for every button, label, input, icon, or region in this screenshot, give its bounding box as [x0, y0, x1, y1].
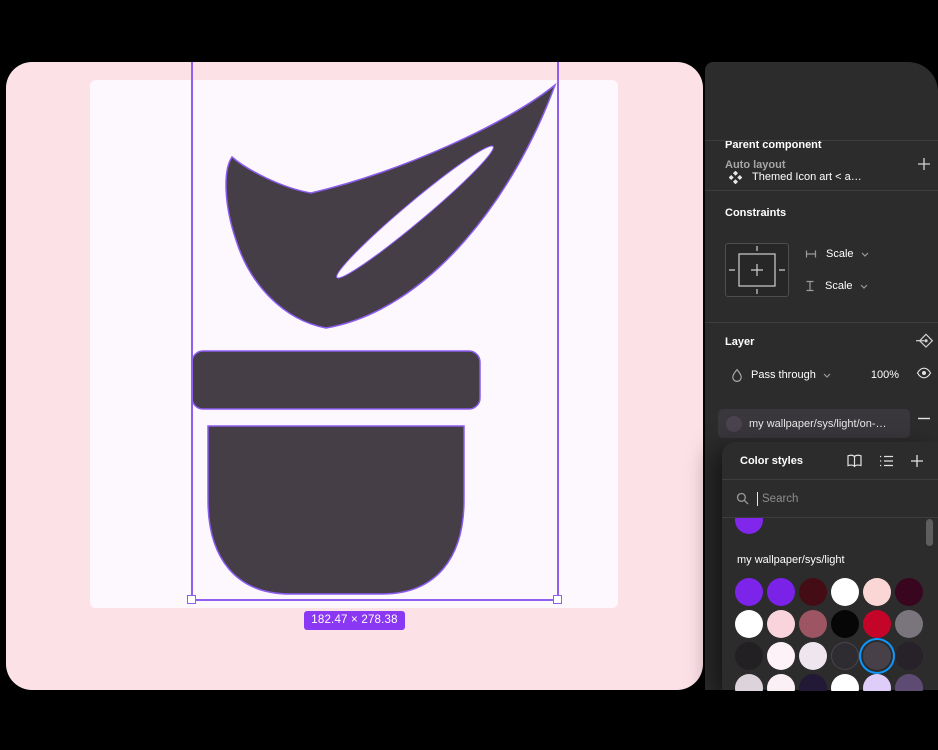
- add-style-plus-icon[interactable]: [910, 454, 924, 468]
- color-swatch-partial[interactable]: [735, 517, 763, 534]
- color-swatch[interactable]: [799, 610, 827, 638]
- search-row[interactable]: [722, 480, 938, 517]
- component-icon: [729, 171, 742, 184]
- constraints-header: Constraints: [725, 207, 786, 219]
- vertical-constraint-icon: [805, 280, 815, 292]
- color-swatch[interactable]: [831, 674, 859, 691]
- color-swatch[interactable]: [767, 674, 795, 691]
- divider: [705, 140, 938, 141]
- library-book-icon[interactable]: [846, 454, 863, 468]
- blend-row: Pass through 100%: [731, 365, 925, 385]
- color-swatch[interactable]: [863, 610, 891, 638]
- color-styles-title: Color styles: [740, 455, 803, 467]
- color-swatch[interactable]: [735, 642, 763, 670]
- list-view-icon[interactable]: [879, 455, 894, 467]
- fill-style-name: my wallpaper/sys/light/on-…: [749, 418, 887, 430]
- color-swatch[interactable]: [799, 642, 827, 670]
- color-styles-popup: Color styles: [722, 442, 938, 690]
- horizontal-constraint-icon: [805, 249, 817, 259]
- color-swatch[interactable]: [767, 610, 795, 638]
- selection-right-edge[interactable]: [557, 62, 559, 600]
- selection-handle-bottom-left[interactable]: [187, 595, 196, 604]
- color-swatch[interactable]: [831, 578, 859, 606]
- color-swatch[interactable]: [735, 610, 763, 638]
- color-swatch[interactable]: [767, 642, 795, 670]
- remove-fill-minus-icon[interactable]: [917, 417, 931, 420]
- color-swatch[interactable]: [895, 642, 923, 670]
- color-swatch[interactable]: [895, 578, 923, 606]
- search-icon: [736, 492, 749, 505]
- color-swatch[interactable]: [863, 578, 891, 606]
- add-auto-layout-button[interactable]: [917, 157, 931, 171]
- color-swatch[interactable]: [863, 642, 891, 670]
- vertical-constraint-value: Scale: [825, 280, 853, 292]
- layer-header: Layer: [725, 336, 754, 348]
- chevron-down-icon: [861, 252, 869, 257]
- selection-left-edge[interactable]: [191, 62, 193, 600]
- dimension-badge: 182.47 × 278.38: [6, 610, 703, 630]
- apply-styles-icon[interactable]: [915, 333, 933, 350]
- chevron-down-icon: [860, 284, 868, 289]
- styles-list[interactable]: my wallpaper/sys/light: [722, 517, 938, 691]
- horizontal-constraint-select[interactable]: Scale: [805, 244, 869, 264]
- color-swatch[interactable]: [767, 578, 795, 606]
- chevron-down-icon: [823, 373, 831, 378]
- visibility-eye-icon[interactable]: [916, 367, 932, 379]
- vertical-constraint-select[interactable]: Scale: [805, 276, 868, 296]
- color-swatch[interactable]: [799, 674, 827, 691]
- color-swatch[interactable]: [735, 674, 763, 691]
- selection-bottom-edge[interactable]: [191, 599, 558, 601]
- opacity-value[interactable]: 100%: [871, 369, 899, 381]
- color-swatch[interactable]: [895, 674, 923, 691]
- selection-handle-bottom-right[interactable]: [553, 595, 562, 604]
- blend-mode-icon[interactable]: [731, 368, 743, 382]
- fill-style-row[interactable]: my wallpaper/sys/light/on-…: [718, 409, 910, 438]
- color-swatch[interactable]: [831, 642, 859, 670]
- text-caret: [757, 492, 758, 506]
- instance-name: Themed Icon art < a…: [752, 171, 862, 183]
- color-swatch[interactable]: [799, 578, 827, 606]
- popup-scrollbar-thumb[interactable]: [926, 519, 933, 546]
- color-swatch[interactable]: [895, 610, 923, 638]
- swatch-grid: [735, 578, 923, 691]
- blend-mode-value[interactable]: Pass through: [751, 369, 816, 381]
- color-swatch[interactable]: [863, 674, 891, 691]
- color-swatch[interactable]: [831, 610, 859, 638]
- divider: [705, 190, 938, 191]
- divider: [705, 322, 938, 323]
- styles-section-label: my wallpaper/sys/light: [737, 554, 845, 566]
- fill-swatch[interactable]: [726, 416, 742, 432]
- color-swatch[interactable]: [735, 578, 763, 606]
- horizontal-constraint-value: Scale: [826, 248, 854, 260]
- canvas-viewport[interactable]: 182.47 × 278.38: [6, 62, 703, 690]
- auto-layout-header: Auto layout: [725, 159, 786, 171]
- plant-icon[interactable]: [90, 80, 618, 608]
- search-input[interactable]: [760, 492, 914, 506]
- constraints-widget[interactable]: [725, 243, 789, 297]
- dimension-label: 182.47 × 278.38: [304, 611, 404, 630]
